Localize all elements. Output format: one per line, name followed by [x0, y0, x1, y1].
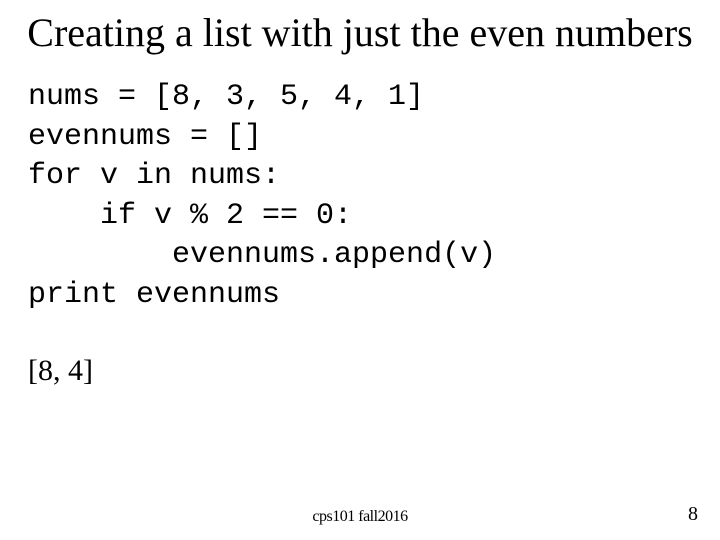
footer-course: cps101 fall2016	[0, 508, 720, 526]
slide: Creating a list with just the even numbe…	[0, 0, 720, 540]
slide-number: 8	[688, 503, 698, 526]
output-text: [8, 4]	[0, 316, 720, 388]
code-block: nums = [8, 3, 5, 4, 1] evennums = [] for…	[0, 56, 720, 316]
slide-title: Creating a list with just the even numbe…	[0, 0, 720, 56]
